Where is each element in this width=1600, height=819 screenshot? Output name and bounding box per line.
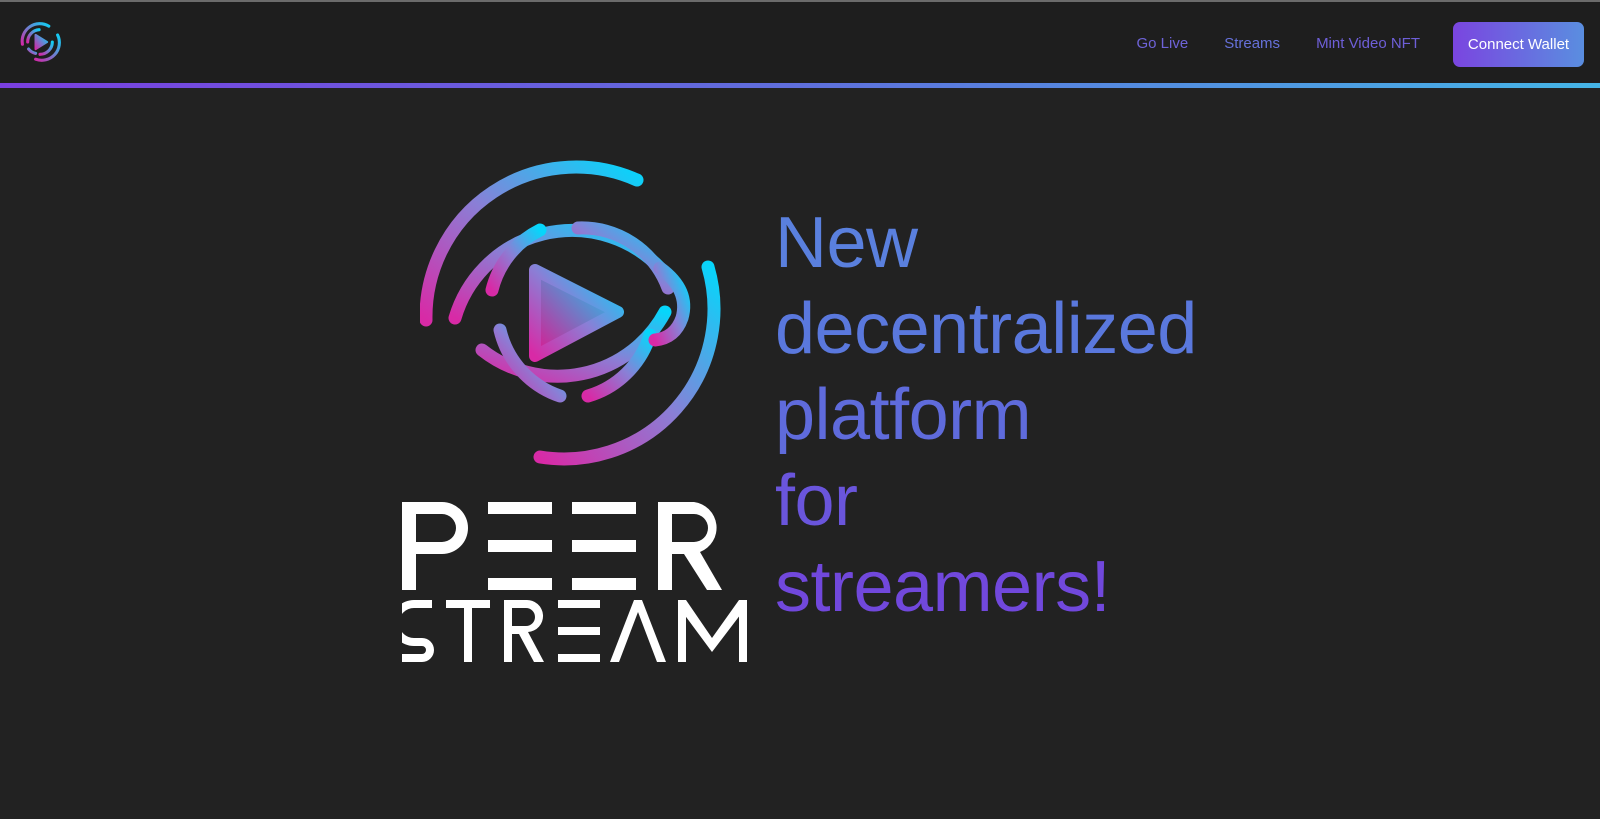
- peerstream-wordmark-logo: [402, 502, 747, 662]
- headline-line-5: streamers!: [775, 547, 1111, 627]
- nav-streams-link[interactable]: Streams: [1224, 35, 1280, 52]
- connect-wallet-button[interactable]: Connect Wallet: [1453, 22, 1584, 67]
- headline-line-2: decentralized: [775, 289, 1197, 369]
- headline-line-3: platform: [775, 375, 1032, 455]
- peerstream-logo-icon[interactable]: [18, 20, 62, 64]
- play-icon: [529, 264, 624, 362]
- nav-links: Go Live Streams Mint Video NFT: [1137, 35, 1421, 52]
- headline-line-4: for: [775, 461, 858, 541]
- peerstream-hero-logo: [420, 160, 721, 466]
- nav-mint-video-nft-link[interactable]: Mint Video NFT: [1316, 35, 1420, 52]
- hero-headline: New decentralized platform for streamers…: [775, 200, 1197, 630]
- nav-go-live-link[interactable]: Go Live: [1137, 35, 1189, 52]
- navbar-gradient-underline: [0, 83, 1600, 88]
- navbar: Go Live Streams Mint Video NFT Connect W…: [0, 2, 1600, 83]
- headline-line-1: New: [775, 203, 918, 283]
